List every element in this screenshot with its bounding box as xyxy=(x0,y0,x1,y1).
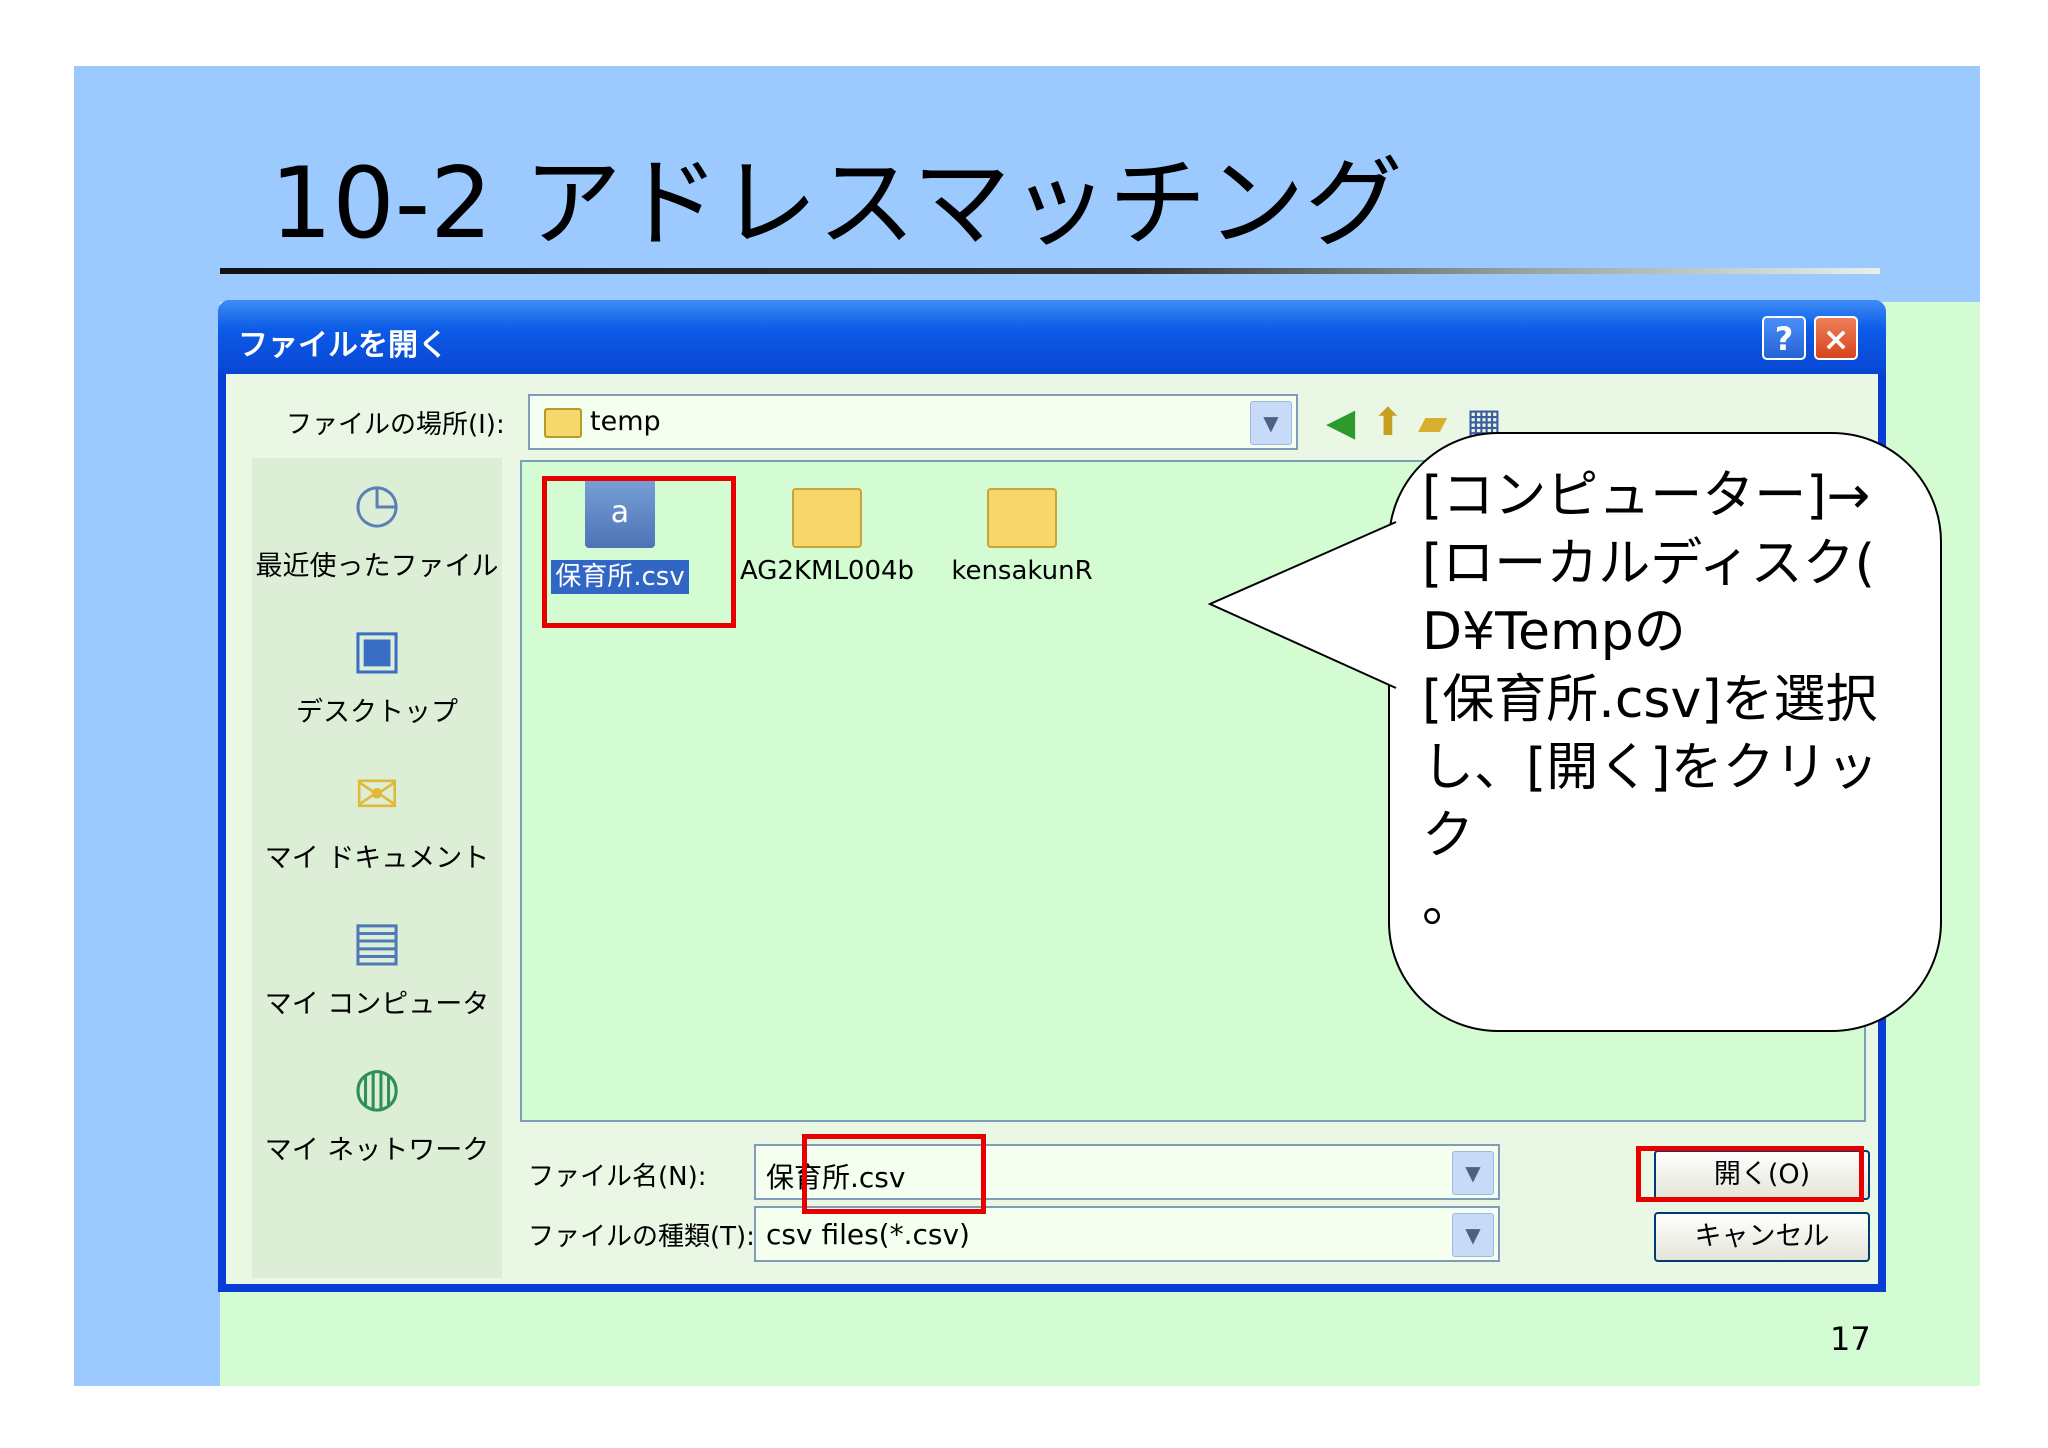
place-label: 最近使ったファイル xyxy=(255,551,499,582)
place-my-documents[interactable]: ✉ マイ ドキュメント xyxy=(252,760,502,875)
my-computer-icon: ▤ xyxy=(351,909,403,972)
chevron-down-icon[interactable]: ▼ xyxy=(1452,1151,1494,1195)
my-network-icon: ◍ xyxy=(353,1055,401,1118)
look-in-combo[interactable]: temp ▼ xyxy=(528,394,1298,450)
close-button[interactable]: × xyxy=(1814,316,1858,360)
highlight-filename xyxy=(802,1134,986,1214)
chevron-down-icon[interactable]: ▼ xyxy=(1250,401,1292,445)
callout-line: 。 xyxy=(1422,874,1475,934)
my-documents-icon: ✉ xyxy=(354,763,400,826)
dialog-titlebar[interactable]: ファイルを開く ? × xyxy=(218,300,1886,374)
place-my-computer[interactable]: ▤ マイ コンピュータ xyxy=(252,906,502,1021)
back-icon[interactable]: ◀ xyxy=(1326,400,1355,444)
filename-label: ファイル名(N): xyxy=(528,1162,707,1192)
callout-tail xyxy=(1207,521,1397,689)
filetype-value: csv files(*.csv) xyxy=(766,1218,970,1251)
place-label: マイ ネットワーク xyxy=(264,1135,490,1166)
filetype-select[interactable]: csv files(*.csv) ▼ xyxy=(754,1206,1500,1262)
folder-name: kensakunR xyxy=(951,556,1093,586)
place-my-network[interactable]: ◍ マイ ネットワーク xyxy=(252,1052,502,1167)
recent-files-icon: ◷ xyxy=(353,471,401,534)
callout-line: [コンピューター]→ xyxy=(1422,466,1871,526)
callout-line: し、[開く]をクリック xyxy=(1422,738,1879,866)
place-desktop[interactable]: ▣ デスクトップ xyxy=(252,614,502,729)
callout-line: D¥Tempの xyxy=(1422,602,1686,662)
look-in-value: temp xyxy=(590,406,661,437)
folder-item[interactable]: kensakunR xyxy=(932,478,1112,586)
place-label: マイ コンピュータ xyxy=(264,989,490,1020)
place-label: マイ ドキュメント xyxy=(264,843,490,874)
dialog-title: ファイルを開く xyxy=(238,328,448,363)
new-folder-icon[interactable]: ▰ xyxy=(1418,400,1447,444)
place-label: デスクトップ xyxy=(296,697,458,728)
highlight-selected-file xyxy=(542,476,736,628)
up-folder-icon[interactable]: ⬆ xyxy=(1372,400,1404,444)
folder-item[interactable]: AG2KML004b xyxy=(732,478,922,586)
help-button[interactable]: ? xyxy=(1762,316,1806,360)
title-underline xyxy=(220,268,1880,274)
place-recent[interactable]: ◷ 最近使ったファイル xyxy=(252,468,502,583)
desktop-icon: ▣ xyxy=(351,617,403,680)
highlight-open-button xyxy=(1636,1146,1864,1202)
look-in-label: ファイルの場所(I): xyxy=(286,410,505,440)
places-bar: ◷ 最近使ったファイル ▣ デスクトップ ✉ マイ ドキュメント ▤ マイ コン… xyxy=(252,458,502,1278)
slide-title: 10-2 アドレスマッチング xyxy=(270,147,1403,261)
folder-icon xyxy=(792,488,862,548)
folder-icon xyxy=(544,408,582,438)
folder-icon xyxy=(987,488,1057,548)
slide-left-band xyxy=(74,302,220,1386)
page-number: 17 xyxy=(1830,1320,1871,1358)
callout-text: [コンピューター]→ [ローカルディスク( D¥Tempの [保育所.csv]を… xyxy=(1422,462,1922,938)
filetype-label: ファイルの種類(T): xyxy=(528,1222,755,1252)
cancel-button[interactable]: キャンセル xyxy=(1654,1212,1870,1262)
folder-name: AG2KML004b xyxy=(739,556,915,586)
callout-line: [保育所.csv]を選択 xyxy=(1422,670,1878,730)
callout-line: [ローカルディスク( xyxy=(1422,534,1875,594)
chevron-down-icon[interactable]: ▼ xyxy=(1452,1213,1494,1257)
